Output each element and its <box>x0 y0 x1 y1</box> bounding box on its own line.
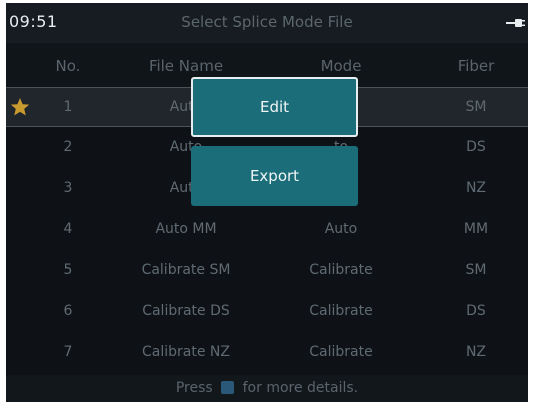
row-mode: Calibrate <box>309 344 373 360</box>
row-file-name: Calibrate DS <box>142 303 230 319</box>
row-no: 6 <box>63 303 73 319</box>
edit-button-label: Edit <box>259 98 290 116</box>
row-no: 7 <box>63 344 73 360</box>
table-row[interactable]: 6 Calibrate DS Calibrate DS <box>6 292 528 332</box>
row-fiber: DS <box>466 303 486 319</box>
page-title: Select Splice Mode File <box>181 13 353 31</box>
edit-button[interactable]: Edit <box>191 77 358 137</box>
row-no: 4 <box>63 221 73 237</box>
row-fiber: DS <box>466 139 486 155</box>
footer-hint: Press for more details. <box>6 375 528 402</box>
row-no: 1 <box>63 99 73 115</box>
plug-icon <box>506 19 525 27</box>
row-fiber: MM <box>463 221 489 237</box>
splice-mode-screen: 09:51 Select Splice Mode File No. File N… <box>6 3 528 402</box>
table-row[interactable]: 7 Calibrate NZ Calibrate NZ <box>6 333 528 373</box>
key-icon <box>221 381 235 394</box>
table-row[interactable]: 4 Auto MM Auto MM <box>6 210 528 250</box>
row-mode: Auto <box>324 221 358 237</box>
row-no: 5 <box>63 262 73 278</box>
export-button[interactable]: Export <box>191 146 358 206</box>
export-button-label: Export <box>249 167 300 185</box>
footer-suffix: for more details. <box>242 380 359 396</box>
column-header-mode: Mode <box>320 57 362 75</box>
table-row[interactable]: 5 Calibrate SM Calibrate SM <box>6 251 528 291</box>
row-fiber: NZ <box>465 180 487 196</box>
column-header-file-name: File Name <box>148 57 224 75</box>
row-no: 3 <box>63 180 73 196</box>
status-bar: 09:51 Select Splice Mode File <box>6 3 528 43</box>
row-fiber: SM <box>465 99 487 115</box>
row-fiber: SM <box>465 262 487 278</box>
row-file-name: Calibrate NZ <box>142 344 230 360</box>
column-header-fiber: Fiber <box>457 57 495 75</box>
row-file-name: Auto MM <box>155 221 217 237</box>
column-header-no: No. <box>55 57 81 75</box>
row-mode: Calibrate <box>309 303 373 319</box>
row-mode: Calibrate <box>309 262 373 278</box>
row-no: 2 <box>63 139 73 155</box>
row-fiber: NZ <box>465 344 487 360</box>
row-file-name: Calibrate SM <box>141 262 231 278</box>
footer-prefix: Press <box>175 380 213 396</box>
star-icon <box>10 98 30 116</box>
